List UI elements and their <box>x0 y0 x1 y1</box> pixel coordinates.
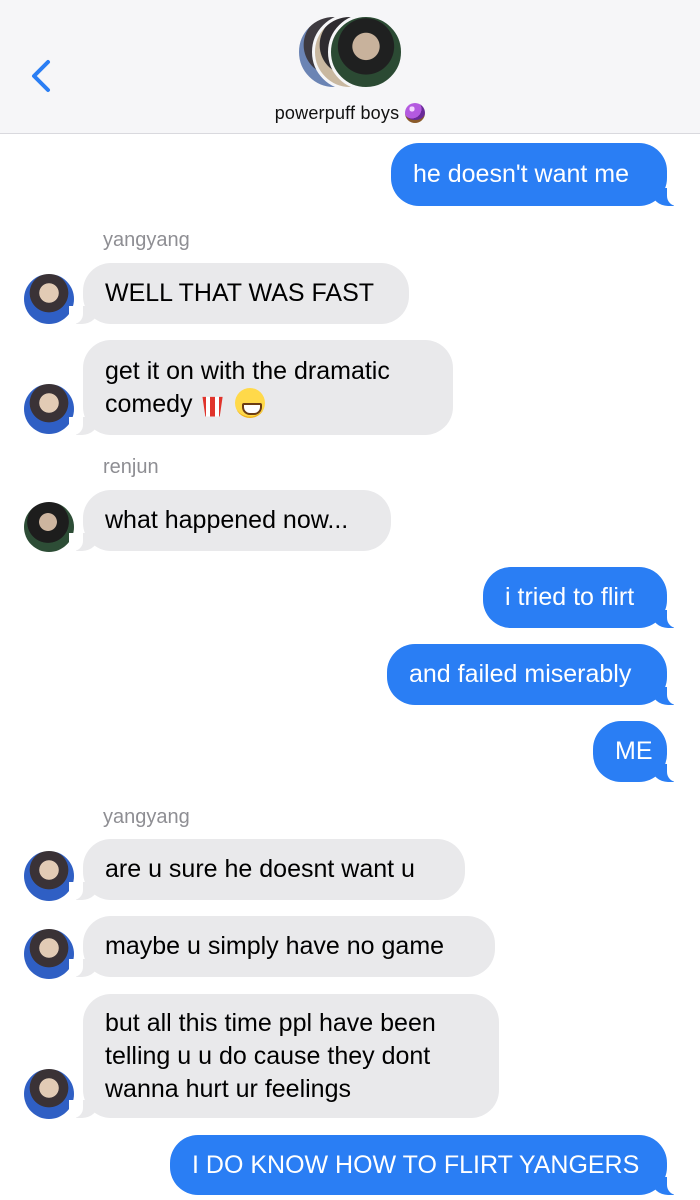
sender-name-label: yangyang <box>103 806 190 828</box>
message-bubble-outgoing[interactable]: i tried to flirt <box>483 567 681 628</box>
message-bubble-outgoing[interactable]: I DO KNOW HOW TO FLIRT YANGERS <box>170 1135 681 1195</box>
sender-name-label: renjun <box>103 456 159 478</box>
avatar[interactable] <box>24 502 74 552</box>
message-text: I DO KNOW HOW TO FLIRT YANGERS <box>192 1150 640 1179</box>
message-text: are u sure he doesnt want u <box>105 855 415 883</box>
message-bubble-incoming[interactable]: maybe u simply have no game <box>69 916 495 977</box>
crystal-ball-icon <box>405 103 426 123</box>
popcorn-icon <box>202 396 223 417</box>
message-bubble-outgoing[interactable]: and failed miserably <box>387 644 681 705</box>
message-bubble-incoming[interactable]: what happened now... <box>69 490 391 551</box>
conversation-header: powerpuff boys <box>0 0 700 134</box>
avatar[interactable] <box>24 1069 74 1119</box>
grinning-face-icon <box>234 387 265 418</box>
message-text: i tried to flirt <box>505 583 635 611</box>
message-text: but all this time ppl have been <box>105 1008 436 1037</box>
message-text: he doesn't want me <box>413 160 630 188</box>
group-avatar-stack[interactable] <box>296 14 406 94</box>
message-text: what happened now... <box>105 506 349 534</box>
group-member-avatar <box>328 14 404 90</box>
message-bubble-incoming[interactable]: but all this time ppl have been telling … <box>69 994 499 1118</box>
message-bubble-outgoing[interactable]: he doesn't want me <box>391 143 681 206</box>
message-text: wanna hurt ur feelings <box>105 1074 351 1103</box>
message-text: ME <box>615 737 653 765</box>
back-button[interactable] <box>26 56 56 96</box>
avatar[interactable] <box>24 851 74 901</box>
message-bubble-outgoing[interactable]: ME <box>593 721 681 782</box>
message-text: get it on with the dramatic <box>105 356 390 385</box>
message-text: telling u u do cause they dont <box>105 1041 431 1070</box>
message-text: WELL THAT WAS FAST <box>105 279 375 307</box>
message-bubble-incoming[interactable]: get it on with the dramatic comedy <box>69 340 453 435</box>
message-text: and failed miserably <box>409 660 632 688</box>
chevron-left-icon <box>32 60 50 92</box>
sender-name-label: yangyang <box>103 229 190 251</box>
message-text: comedy <box>105 389 193 418</box>
avatar[interactable] <box>24 384 74 434</box>
message-bubble-incoming[interactable]: are u sure he doesnt want u <box>69 839 465 900</box>
message-bubble-incoming[interactable]: WELL THAT WAS FAST <box>69 263 409 324</box>
group-name-text: powerpuff boys <box>274 103 400 123</box>
avatar[interactable] <box>24 274 74 324</box>
group-title[interactable]: powerpuff boys <box>0 103 700 124</box>
avatar[interactable] <box>24 929 74 979</box>
message-text: maybe u simply have no game <box>105 932 445 960</box>
